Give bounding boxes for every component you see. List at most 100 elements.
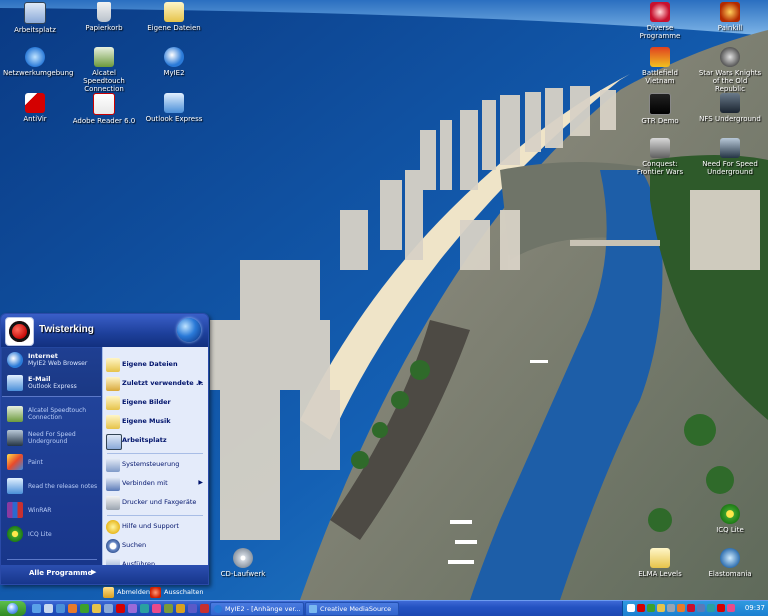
desktop-icon-icq-lite[interactable]: ICQ Lite <box>698 504 762 534</box>
desktop-icon-conquest[interactable]: Conquest: Frontier Wars <box>628 138 692 176</box>
start-button[interactable] <box>0 601 26 616</box>
quicklaunch-search-icon[interactable] <box>104 604 113 613</box>
desktop-icon-eigene-dateien[interactable]: Eigene Dateien <box>142 2 206 32</box>
avatar[interactable] <box>5 317 34 346</box>
desktop-icon-diverse-programme[interactable]: Diverse Programme <box>628 2 692 40</box>
desktop-icon-outlook-express[interactable]: Outlook Express <box>142 93 206 123</box>
tray-icon[interactable] <box>727 604 735 612</box>
tray-icon[interactable] <box>677 604 685 612</box>
globe-icon <box>177 318 201 342</box>
pinned-subtitle: Outlook Express <box>28 383 77 390</box>
desktop-icon-netzwerkumgebung[interactable]: Netzwerkumgebung <box>3 47 73 77</box>
menu-label: Suchen <box>122 541 147 549</box>
quicklaunch-outlook-icon[interactable] <box>56 604 65 613</box>
menu-verbinden-mit[interactable]: Verbinden mit ▶ <box>104 475 206 493</box>
menu-systemsteuerung[interactable]: Systemsteuerung <box>104 456 206 474</box>
pinned-internet[interactable]: Internet MyIE2 Web Browser <box>4 350 101 372</box>
quicklaunch-app-icon[interactable] <box>200 604 209 613</box>
speedtouch-icon <box>94 47 114 67</box>
desktop-icon-myie2[interactable]: MyIE2 <box>142 47 206 77</box>
desktop-icon-adobe-reader[interactable]: Adobe Reader 6.0 <box>72 93 136 125</box>
recent-paint[interactable]: Paint <box>4 452 101 474</box>
menu-drucker[interactable]: Drucker und Faxgeräte <box>104 494 206 512</box>
recent-speedtouch[interactable]: Alcatel Speedtouch Connection <box>4 404 101 426</box>
quicklaunch-app-icon[interactable] <box>152 604 161 613</box>
pictures-folder-icon <box>106 396 120 410</box>
menu-eigene-musik[interactable]: Eigene Musik <box>104 413 206 431</box>
recent-winrar[interactable]: WinRAR <box>4 500 101 522</box>
system-tray: 09:37 <box>622 601 768 616</box>
desktop-icon-papierkorb[interactable]: Papierkorb <box>72 2 136 32</box>
desktop-icon-label: Alcatel Speedtouch Connection <box>83 69 125 93</box>
quicklaunch-explorer-icon[interactable] <box>92 604 101 613</box>
all-programs-label: Alle Programme <box>29 569 93 577</box>
tray-icon[interactable] <box>667 604 675 612</box>
tray-icon[interactable] <box>717 604 725 612</box>
desktop-icon-need-for-speed[interactable]: Need For Speed Underground <box>698 138 762 176</box>
quicklaunch-app-icon[interactable] <box>140 604 149 613</box>
desktop-icon-painkill[interactable]: Painkill <box>698 2 762 32</box>
desktop-icon-nfs-underground[interactable]: NFS Underground <box>698 93 762 123</box>
recent-need-for-speed[interactable]: Need For Speed Underground <box>4 428 101 450</box>
taskbar-task-mediasource[interactable]: Creative MediaSource <box>305 602 399 616</box>
taskbar-task-myie2[interactable]: MyIE2 - [Anhänge ver... <box>210 602 304 616</box>
desktop-icon-gtr-demo[interactable]: GTR Demo <box>628 93 692 125</box>
tray-icon[interactable] <box>647 604 655 612</box>
tray-icon[interactable] <box>697 604 705 612</box>
desktop-icon-elastomania[interactable]: Elastomania <box>698 548 762 578</box>
shutdown-button[interactable]: Ausschalten <box>150 586 206 600</box>
quicklaunch-media-icon[interactable] <box>68 604 77 613</box>
elastomania-icon <box>720 548 740 568</box>
programs-folder-icon <box>650 2 670 22</box>
desktop-icon-battlefield-vietnam[interactable]: Battlefield Vietnam <box>628 47 692 85</box>
desktop-icon-speedtouch[interactable]: Alcatel Speedtouch Connection <box>72 47 136 93</box>
quicklaunch-antivir-icon[interactable] <box>116 604 125 613</box>
menu-label: Eigene Bilder <box>122 398 171 406</box>
desktop-icon-label: Eigene Dateien <box>147 24 201 32</box>
printer-icon <box>106 496 120 510</box>
tray-icon[interactable] <box>707 604 715 612</box>
recent-icq-lite[interactable]: ICQ Lite <box>4 524 101 546</box>
connect-icon <box>106 477 120 491</box>
all-programs-button[interactable]: Alle Programme ▶ <box>5 565 100 582</box>
logoff-button[interactable]: Abmelden <box>103 586 153 600</box>
quicklaunch-ie-icon[interactable] <box>32 604 41 613</box>
tray-icon[interactable] <box>627 604 635 612</box>
menu-arbeitsplatz[interactable]: Arbeitsplatz <box>104 432 206 450</box>
desktop-icon-label: Painkill <box>717 24 743 32</box>
quicklaunch-app-icon[interactable] <box>176 604 185 613</box>
quicklaunch-app-icon[interactable] <box>128 604 137 613</box>
menu-suchen[interactable]: Suchen <box>104 537 206 555</box>
pinned-email[interactable]: E-Mail Outlook Express <box>4 373 101 395</box>
menu-eigene-dateien[interactable]: Eigene Dateien <box>104 356 206 374</box>
desktop-icon-arbeitsplatz[interactable]: Arbeitsplatz <box>3 2 67 34</box>
cd-drive-icon <box>233 548 253 568</box>
tray-icon[interactable] <box>657 604 665 612</box>
menu-eigene-bilder[interactable]: Eigene Bilder <box>104 394 206 412</box>
desktop-icon-kotor[interactable]: Star Wars Knights of the Old Republic <box>698 47 762 93</box>
task-label: Creative MediaSource <box>320 605 392 613</box>
clock[interactable]: 09:37 <box>745 604 765 612</box>
recent-release-notes[interactable]: Read the release notes <box>4 476 101 498</box>
desktop-icon-cd-laufwerk[interactable]: CD-Laufwerk <box>211 548 275 578</box>
desktop-icon-label: Diverse Programme <box>639 24 681 40</box>
menu-label: Arbeitsplatz <box>122 436 167 444</box>
recent-label: Need For Speed Underground <box>28 431 76 445</box>
menu-zuletzt-verwendete[interactable]: Zuletzt verwendete ... ▶ <box>104 375 206 393</box>
menu-hilfe[interactable]: Hilfe und Support <box>104 518 206 536</box>
paint-icon <box>7 454 23 470</box>
desktop-icon-antivir[interactable]: AntiVir <box>3 93 67 123</box>
menu-label: Hilfe und Support <box>122 522 179 530</box>
quicklaunch-app-icon[interactable] <box>164 604 173 613</box>
desktop-icon-elma-levels[interactable]: ELMA Levels <box>628 548 692 578</box>
desktop-icon-label: AntiVir <box>23 115 47 123</box>
quicklaunch-app-icon[interactable] <box>188 604 197 613</box>
recent-documents-icon <box>106 377 120 391</box>
star-wars-icon <box>720 47 740 67</box>
quicklaunch-desktop-icon[interactable] <box>44 604 53 613</box>
quicklaunch-icq-icon[interactable] <box>80 604 89 613</box>
tray-icon[interactable] <box>687 604 695 612</box>
battlefield-icon <box>650 47 670 67</box>
notes-icon <box>7 478 23 494</box>
tray-icon[interactable] <box>637 604 645 612</box>
